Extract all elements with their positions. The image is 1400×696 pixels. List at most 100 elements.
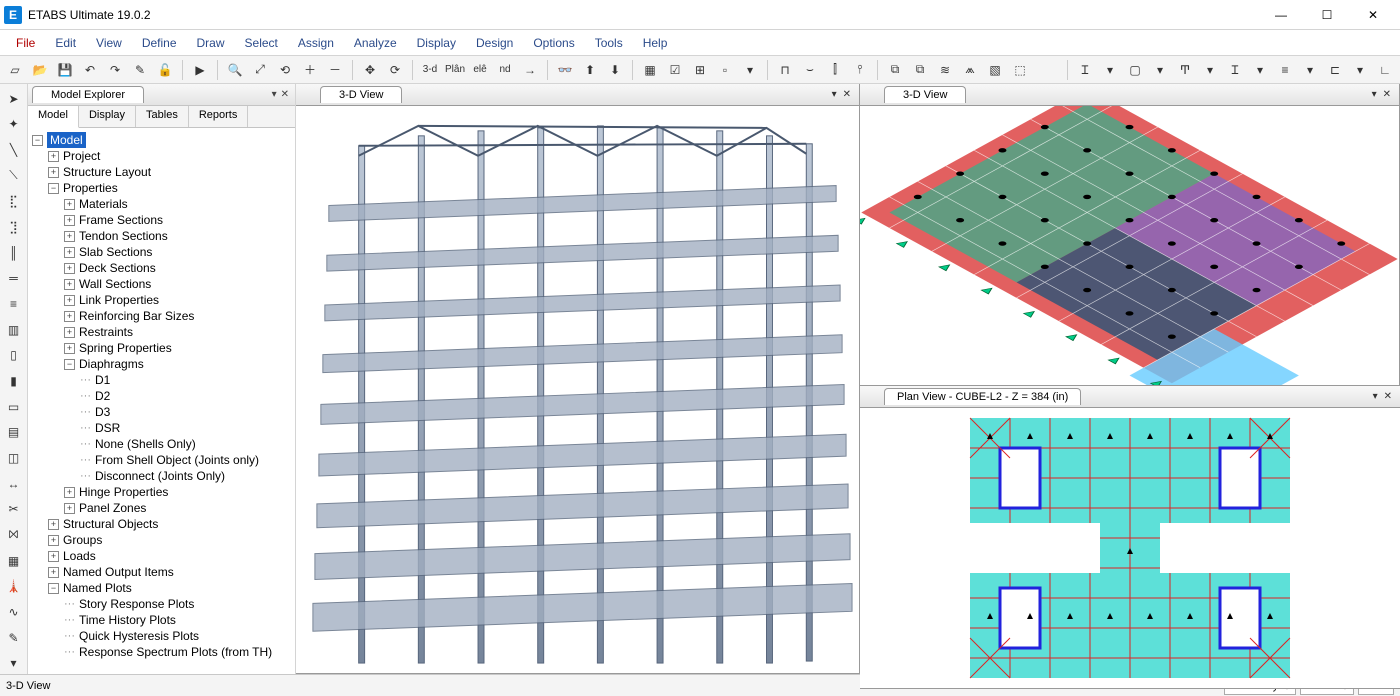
tree-restraints[interactable]: Restraints [79, 324, 133, 340]
expand-icon[interactable]: + [48, 551, 59, 562]
expand-icon[interactable]: + [64, 295, 75, 306]
tree-materials[interactable]: Materials [79, 196, 128, 212]
tree-reinforcing-bar[interactable]: Reinforcing Bar Sizes [79, 308, 194, 324]
expand-icon[interactable]: + [64, 231, 75, 242]
zoom-window-icon[interactable]: 🔍 [224, 59, 246, 81]
rotate-icon[interactable]: ⟳ [384, 59, 406, 81]
collapse-icon[interactable]: − [48, 183, 59, 194]
close-button[interactable]: ✕ [1350, 0, 1396, 30]
zoom-extents-icon[interactable]: ⤢ [249, 59, 271, 81]
isection-icon[interactable]: Ɪ [1224, 59, 1246, 81]
channel-icon[interactable]: ⊏ [1324, 59, 1346, 81]
expand-icon[interactable]: + [48, 167, 59, 178]
plate-icon[interactable]: ⬚ [1009, 59, 1031, 81]
menu-select[interactable]: Select [235, 32, 288, 54]
rendered-view-icon[interactable]: 👓 [554, 59, 576, 81]
model-explorer-tab[interactable]: Model Explorer [32, 86, 144, 103]
tee-icon[interactable]: Ͳ [1174, 59, 1196, 81]
rectbrace-icon[interactable]: ⣏ [3, 191, 25, 213]
expand-icon[interactable]: + [64, 215, 75, 226]
menu-file[interactable]: File [6, 32, 45, 54]
tree-response-spectrum[interactable]: Response Spectrum Plots (from TH) [79, 644, 272, 660]
dropdown-icon[interactable]: ▾ [739, 59, 761, 81]
zoom-out-icon[interactable]: － [324, 59, 346, 81]
expand-icon[interactable]: + [64, 199, 75, 210]
channel-dd-icon[interactable]: ▾ [1349, 59, 1371, 81]
wallstacks-icon[interactable]: ▤ [3, 422, 25, 444]
column-icon[interactable]: ║ [3, 242, 25, 264]
expand-icon[interactable]: + [64, 263, 75, 274]
view-left-canvas[interactable] [296, 106, 859, 673]
wall-draw-icon[interactable]: ▯ [3, 345, 25, 367]
tee-dd-icon[interactable]: ▾ [1199, 59, 1221, 81]
mode-icon[interactable]: ⫿ [824, 59, 846, 81]
view-dd-icon[interactable]: ▾ [832, 89, 837, 100]
tree-link-properties[interactable]: Link Properties [79, 292, 159, 308]
explorer-tab-tables[interactable]: Tables [136, 106, 189, 127]
truss-icon[interactable]: ⩕ [959, 59, 981, 81]
pen-icon[interactable]: ✎ [3, 627, 25, 649]
expand-icon[interactable]: + [48, 519, 59, 530]
down-icon[interactable]: ⬇ [604, 59, 626, 81]
redo-icon[interactable]: ↷ [104, 59, 126, 81]
expand-icon[interactable]: + [64, 279, 75, 290]
expand-icon[interactable]: + [64, 343, 75, 354]
show-labels-icon[interactable]: ☑ [664, 59, 686, 81]
tree-d2[interactable]: D2 [95, 388, 110, 404]
menu-design[interactable]: Design [466, 32, 523, 54]
menu-define[interactable]: Define [132, 32, 187, 54]
collapse-icon[interactable]: − [32, 135, 43, 146]
plate-sect-icon[interactable]: ≡ [1274, 59, 1296, 81]
expand-icon[interactable]: + [64, 327, 75, 338]
menu-tools[interactable]: Tools [585, 32, 633, 54]
minimize-button[interactable]: — [1258, 0, 1304, 30]
tree-spring-properties[interactable]: Spring Properties [79, 340, 172, 356]
view-left-tab[interactable]: 3-D View [320, 86, 402, 103]
view-dd-icon[interactable]: ▾ [1373, 391, 1378, 402]
tree-frame-sections[interactable]: Frame Sections [79, 212, 163, 228]
show-restraints-icon[interactable]: ▦ [639, 59, 661, 81]
tree-groups[interactable]: Groups [63, 532, 102, 548]
explorer-tab-model[interactable]: Model [28, 106, 79, 128]
up-icon[interactable]: ⬆ [579, 59, 601, 81]
paste-section-icon[interactable]: ⧉ [909, 59, 931, 81]
tree-panel-zones[interactable]: Panel Zones [79, 500, 146, 516]
expand-icon[interactable]: + [64, 247, 75, 258]
menu-view[interactable]: View [86, 32, 132, 54]
ibeam-icon[interactable]: Ɪ [1074, 59, 1096, 81]
tree-project[interactable]: Project [63, 148, 100, 164]
view-right-bottom-tab[interactable]: Plan View - CUBE-L2 - Z = 384 (in) [884, 388, 1081, 405]
view-node-button[interactable]: nd [494, 59, 516, 81]
zoom-previous-icon[interactable]: ⟲ [274, 59, 296, 81]
ibeam-dd-icon[interactable]: ▾ [1099, 59, 1121, 81]
tree-structure-layout[interactable]: Structure Layout [63, 164, 151, 180]
tree-hinge-properties[interactable]: Hinge Properties [79, 484, 168, 500]
menu-options[interactable]: Options [523, 32, 584, 54]
box-icon[interactable]: ▢ [1124, 59, 1146, 81]
collapse-icon[interactable]: − [64, 359, 75, 370]
expand-icon[interactable]: + [48, 567, 59, 578]
plate-sect-dd-icon[interactable]: ▾ [1299, 59, 1321, 81]
tree-deck-sections[interactable]: Deck Sections [79, 260, 156, 276]
menu-analyze[interactable]: Analyze [344, 32, 407, 54]
tree-d1[interactable]: D1 [95, 372, 110, 388]
new-file-icon[interactable]: ▱ [4, 59, 26, 81]
expand-icon[interactable]: + [48, 151, 59, 162]
explorer-tab-display[interactable]: Display [79, 106, 136, 127]
graph-icon[interactable]: ⫯ [849, 59, 871, 81]
undo-icon[interactable]: ↶ [79, 59, 101, 81]
tree-named-plots[interactable]: Named Plots [63, 580, 132, 596]
view-elev-button[interactable]: elê [469, 59, 491, 81]
tree-from-shell[interactable]: From Shell Object (Joints only) [95, 452, 259, 468]
view-close-icon[interactable]: ✕ [843, 89, 851, 100]
expand-icon[interactable]: + [48, 535, 59, 546]
tree-dsr[interactable]: DSR [95, 420, 120, 436]
menu-help[interactable]: Help [633, 32, 678, 54]
opening-icon[interactable]: ▭ [3, 396, 25, 418]
tree-none-shells[interactable]: None (Shells Only) [95, 436, 196, 452]
menu-display[interactable]: Display [407, 32, 466, 54]
open-icon[interactable]: 📂 [29, 59, 51, 81]
model-tree[interactable]: −Model +Project +Structure Layout −Prope… [28, 128, 295, 674]
grid-icon[interactable]: ▦ [3, 550, 25, 572]
tree-structural-objects[interactable]: Structural Objects [63, 516, 158, 532]
